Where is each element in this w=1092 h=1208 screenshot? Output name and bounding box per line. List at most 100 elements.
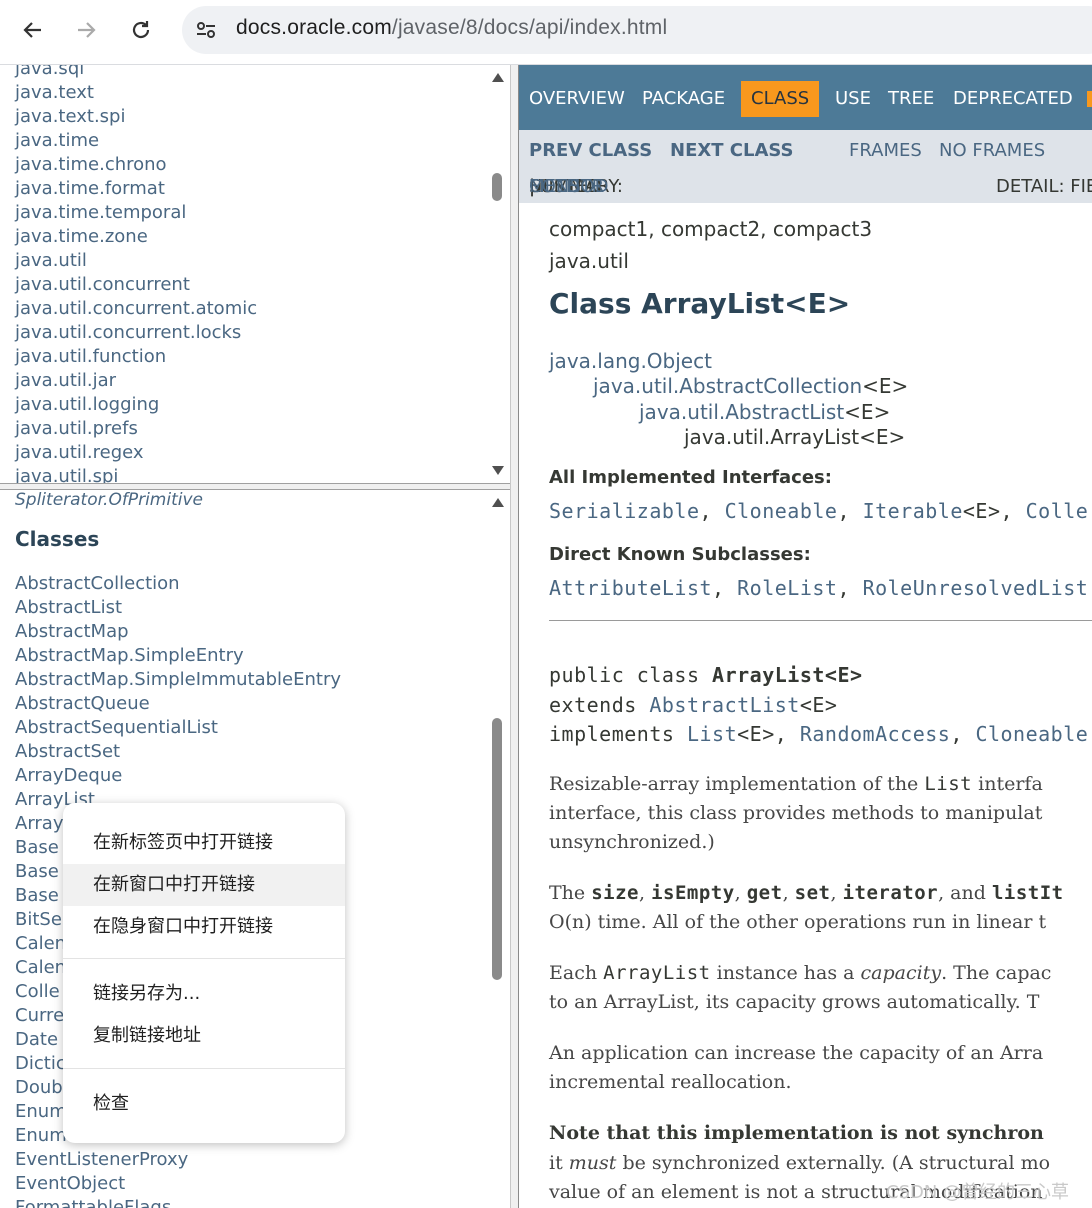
sub-nav-bar: PREV CLASS NEXT CLASS FRAMES NO FRAMES S… [519,130,1092,203]
class-link[interactable]: FormattableFlags [15,1196,341,1208]
class-link[interactable]: AbstractMap [15,620,341,644]
divider [549,620,1092,621]
package-link[interactable]: java.util.spi [15,465,257,483]
address-bar[interactable]: docs.oracle.com/javase/8/docs/api/index.… [182,6,1092,54]
nav-deprecated[interactable]: DEPRECATED [953,65,1073,130]
text: it [549,1152,569,1174]
class-link[interactable]: EventListenerProxy [15,1148,341,1172]
inheritance-level-4: java.util.ArrayList<E> [684,425,906,449]
nav-tree[interactable]: TREE [888,65,934,130]
interfaces-heading: All Implemented Interfaces: [549,467,832,488]
site-settings-icon[interactable] [194,18,218,42]
inspect-item[interactable]: 检查 [63,1083,345,1125]
package-name: java.util [549,249,629,273]
package-link[interactable]: java.util.prefs [15,417,257,441]
cloneable-link[interactable]: Cloneable [975,722,1088,746]
class-link[interactable]: ArrayDeque [15,764,341,788]
serializable-link[interactable]: Serializable [549,499,700,523]
class-link[interactable]: AbstractCollection [15,572,341,596]
package-link[interactable]: java.util.concurrent.locks [15,321,257,345]
nav-package[interactable]: PACKAGE [642,65,725,130]
menu-separator [63,958,345,959]
package-link[interactable]: java.time.temporal [15,201,257,225]
class-link[interactable]: AbstractMap.SimpleImmutableEntry [15,668,341,692]
list-link[interactable]: List [687,722,737,746]
abstract-list-link[interactable]: java.util.AbstractList [639,400,844,424]
package-link[interactable]: java.time.chrono [15,153,257,177]
scroll-up-icon[interactable] [492,73,504,82]
copy-link-address-item[interactable]: 复制链接地址 [63,1015,345,1057]
para1-line1: Resizable-array implementation of the Li… [549,773,1043,795]
package-link[interactable]: java.util.regex [15,441,257,465]
inheritance-object-link[interactable]: java.lang.Object [549,349,712,373]
class-link[interactable]: AbstractQueue [15,692,341,716]
package-link[interactable]: java.time.zone [15,225,257,249]
class-link[interactable]: AbstractMap.SimpleEntry [15,644,341,668]
random-access-link[interactable]: RandomAccess [800,722,951,746]
scroll-thumb[interactable] [492,718,502,980]
package-link[interactable]: java.text.spi [15,105,257,129]
abstract-list-link[interactable]: AbstractList [649,693,800,717]
abstract-collection-link[interactable]: java.util.AbstractCollection [593,374,862,398]
menu-separator [63,1068,345,1069]
comma: , [950,722,976,746]
watermark: CSDN @曾经的三心草 [886,1182,1070,1203]
iterable-link[interactable]: Iterable [863,499,963,523]
code: iterator [842,882,939,904]
profiles-line: compact1, compact2, compact3 [549,217,873,241]
summary-method-link[interactable]: METHOD [529,176,608,197]
prev-class-link[interactable]: PREV CLASS [529,140,652,161]
back-arrow-icon[interactable] [17,14,49,46]
class-scrollbar[interactable] [490,490,506,1208]
no-frames-link[interactable]: NO FRAMES [939,140,1045,161]
nav-overflow [1087,91,1092,107]
role-unresolved-list-link[interactable]: RoleUnresolvedList [863,576,1089,600]
scroll-down-icon[interactable] [492,466,504,475]
declaration-line-2: extends AbstractList<E> [549,693,837,717]
class-link[interactable]: AbstractList [15,596,341,620]
package-link[interactable]: java.time.format [15,177,257,201]
package-link[interactable]: java.text [15,81,257,105]
next-class-link[interactable]: NEXT CLASS [670,140,794,161]
code: isEmpty [651,882,735,904]
frame-divider[interactable] [0,483,512,490]
class-link[interactable]: EventObject [15,1172,341,1196]
role-list-link[interactable]: RoleList [737,576,837,600]
forward-arrow-icon[interactable] [70,14,102,46]
generic-param: <E> [799,693,838,717]
nav-use[interactable]: USE [835,65,871,130]
reload-icon[interactable] [125,14,157,46]
code: List [924,773,973,795]
url-text[interactable]: docs.oracle.com/javase/8/docs/api/index.… [236,16,667,40]
open-in-new-tab-item[interactable]: 在新标签页中打开链接 [63,822,345,864]
save-link-as-item[interactable]: 链接另存为... [63,973,345,1015]
package-scrollbar[interactable] [490,65,506,483]
attribute-list-link[interactable]: AttributeList [549,576,712,600]
subclasses-list: AttributeList, RoleList, RoleUnresolvedL… [549,576,1088,600]
para3-line2: to an ArrayList, its capacity grows auto… [549,991,1040,1013]
vertical-frame-divider[interactable] [510,65,519,1208]
decl-name: ArrayList<E> [712,663,863,687]
class-link[interactable]: AbstractSequentialList [15,716,341,740]
class-link[interactable]: AbstractSet [15,740,341,764]
open-in-incognito-item[interactable]: 在隐身窗口中打开链接 [63,906,345,948]
scroll-thumb[interactable] [492,173,502,201]
text: Each [549,962,604,984]
comma: , [1000,499,1026,523]
package-link[interactable]: java.util [15,249,257,273]
cloneable-link[interactable]: Cloneable [725,499,838,523]
package-link[interactable]: java.time [15,129,257,153]
package-link[interactable]: java.sql [15,65,257,81]
package-link[interactable]: java.util.logging [15,393,257,417]
open-in-new-window-item[interactable]: 在新窗口中打开链接 [63,864,345,906]
frames-link[interactable]: FRAMES [849,140,922,161]
text: be synchronized externally. (A structura… [616,1152,1051,1174]
collection-link[interactable]: Colle [1026,499,1089,523]
nav-overview[interactable]: OVERVIEW [529,65,625,130]
package-link[interactable]: java.util.function [15,345,257,369]
interface-link[interactable]: Spliterator.OfPrimitive [15,490,203,510]
package-link[interactable]: java.util.concurrent [15,273,257,297]
package-link[interactable]: java.util.jar [15,369,257,393]
scroll-up-icon[interactable] [492,498,504,507]
package-link[interactable]: java.util.concurrent.atomic [15,297,257,321]
